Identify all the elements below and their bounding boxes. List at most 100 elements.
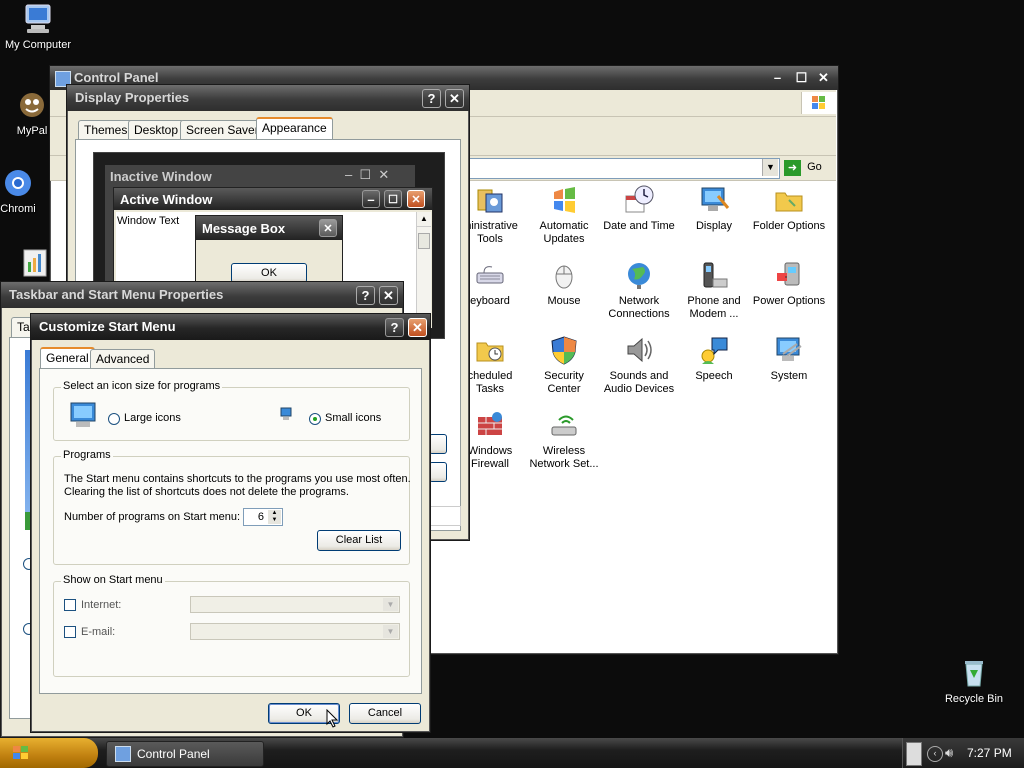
cp-item-automatic-updates[interactable]: Automatic Updates [526,184,602,246]
cp-item-wireless-network[interactable]: Wireless Network Set... [526,409,602,471]
tab-advanced[interactable]: Advanced [90,349,156,369]
taskbar-item-control-panel[interactable]: Control Panel [106,741,264,767]
close-button[interactable]: ✕ [408,318,427,337]
desktop-icon-label: My Computer [4,39,72,51]
customize-title-bar[interactable]: Customize Start Menu [31,314,430,340]
email-label: E-mail: [81,626,116,638]
cp-item-label: Folder Options [752,220,826,232]
preview-minimize-icon: – [362,190,380,208]
close-button[interactable]: ✕ [445,89,464,108]
address-dropdown-button[interactable]: ▼ [762,159,778,176]
small-icons-radio[interactable] [309,413,321,425]
display-properties-title-bar[interactable]: Display Properties [67,85,469,111]
display-props-apply-partial[interactable] [429,506,461,526]
email-client-dropdown[interactable]: ▼ [190,623,400,640]
cp-item-date-and-time[interactable]: Date and Time [601,184,677,233]
tab-general[interactable]: General [40,347,95,369]
large-icons-label: Large icons [124,412,181,424]
globe-network-icon [623,259,655,291]
desktop-icon-partial[interactable] [22,248,48,278]
go-button[interactable]: ➜ Go [784,158,822,177]
cp-item-label: Wireless Network Set... [529,445,599,470]
close-button[interactable]: ✕ [379,286,398,305]
cp-item-sounds-and-audio[interactable]: Sounds and Audio Devices [601,334,677,396]
cancel-button[interactable]: Cancel [349,703,421,724]
clock[interactable]: 7:27 PM [967,746,1012,760]
help-button[interactable]: ? [422,89,441,108]
minimize-button[interactable]: – [768,69,787,88]
preview-message-title: Message Box [202,221,286,236]
tab-themes[interactable]: Themes [78,120,134,140]
cp-item-label: Mouse [547,295,581,307]
cp-item-label: Sounds and Audio Devices [603,370,675,395]
tab-desktop[interactable]: Desktop [128,120,185,140]
firewall-icon [474,409,506,441]
cp-item-label: Security Center [544,370,584,395]
display-monitor-icon [698,184,730,216]
cp-item-label: Automatic Updates [539,220,589,245]
recycle-bin-icon [957,656,991,690]
close-button[interactable]: ✕ [814,69,833,88]
desktop-icon-recycle-bin[interactable]: Recycle Bin [934,656,1014,705]
tab-screen-saver[interactable]: Screen Saver [180,120,265,140]
phone-modem-icon [698,259,730,291]
stepper-up-icon[interactable]: ▲ [268,510,281,517]
cp-item-label: System [770,370,808,382]
display-properties-title: Display Properties [75,90,190,105]
display-props-button-partial-2[interactable] [429,462,447,482]
folder-icon [773,184,805,216]
chromium-icon [1,166,35,200]
cp-item-phone-and-modem[interactable]: Phone and Modem ... [676,259,752,321]
speaker-icon [623,334,655,366]
windows-flag-icon [801,92,836,114]
preview-inactive-title: Inactive Window [110,169,212,184]
desktop-icon-chromium[interactable]: Chromi [0,166,46,215]
cp-item-mouse[interactable]: Mouse [526,259,602,308]
num-programs-stepper[interactable]: 6 ▲ ▼ [243,508,283,526]
system-computer-icon [773,334,805,366]
scheduled-tasks-folder-icon [474,334,506,366]
cp-item-folder-options[interactable]: Folder Options [751,184,827,233]
keyboard-tray-icon[interactable] [906,742,922,766]
help-button[interactable]: ? [385,318,404,337]
preview-active-title: Active Window [120,192,213,207]
internet-checkbox[interactable] [64,599,76,611]
cp-item-label: Display [695,220,733,232]
address-input[interactable] [460,158,780,179]
start-button[interactable] [0,738,98,768]
internet-browser-dropdown[interactable]: ▼ [190,596,400,613]
tab-appearance[interactable]: Appearance [256,117,333,139]
wireless-icon [548,409,580,441]
display-props-button-partial-1[interactable] [429,434,447,454]
show-hidden-icons-button[interactable]: ‹ [927,746,943,762]
system-tray: ‹ 🔊︎ 7:27 PM [902,738,1024,768]
preview-inactive-buttons: – ☐ ✕ [345,167,390,182]
security-shield-icon [548,334,580,366]
clock-calendar-icon [623,184,655,216]
preview-window-text: Window Text [117,215,180,227]
desktop-icon-label: Chromi [0,203,36,215]
cp-item-label: Date and Time [603,220,675,232]
cp-item-label: Power Options [752,295,826,307]
taskbar-properties-title-bar[interactable]: Taskbar and Start Menu Properties [1,282,403,308]
clear-list-button[interactable]: Clear List [317,530,401,551]
cp-item-power-options[interactable]: Power Options [751,259,827,308]
preview-message-close-icon: ✕ [319,219,337,237]
cp-item-security-center[interactable]: Security Center [526,334,602,396]
maximize-button[interactable]: ☐ [792,69,811,88]
help-button[interactable]: ? [356,286,375,305]
programs-group-title: Programs [61,449,113,461]
programs-description-2: Clearing the list of shortcuts does not … [64,486,349,498]
email-checkbox[interactable] [64,626,76,638]
desktop-icon-my-computer[interactable]: My Computer [0,2,78,51]
large-icons-icon [67,400,99,435]
cp-item-network-connections[interactable]: Network Connections [601,259,677,321]
cp-item-speech[interactable]: Speech [676,334,752,383]
cp-item-display[interactable]: Display [676,184,752,233]
control-panel-title: Control Panel [74,70,159,85]
stepper-down-icon[interactable]: ▼ [268,517,281,524]
large-icons-radio[interactable] [108,413,120,425]
cp-item-system[interactable]: System [751,334,827,383]
computer-icon [21,2,55,36]
volume-tray-icon[interactable]: 🔊︎ [945,745,953,761]
